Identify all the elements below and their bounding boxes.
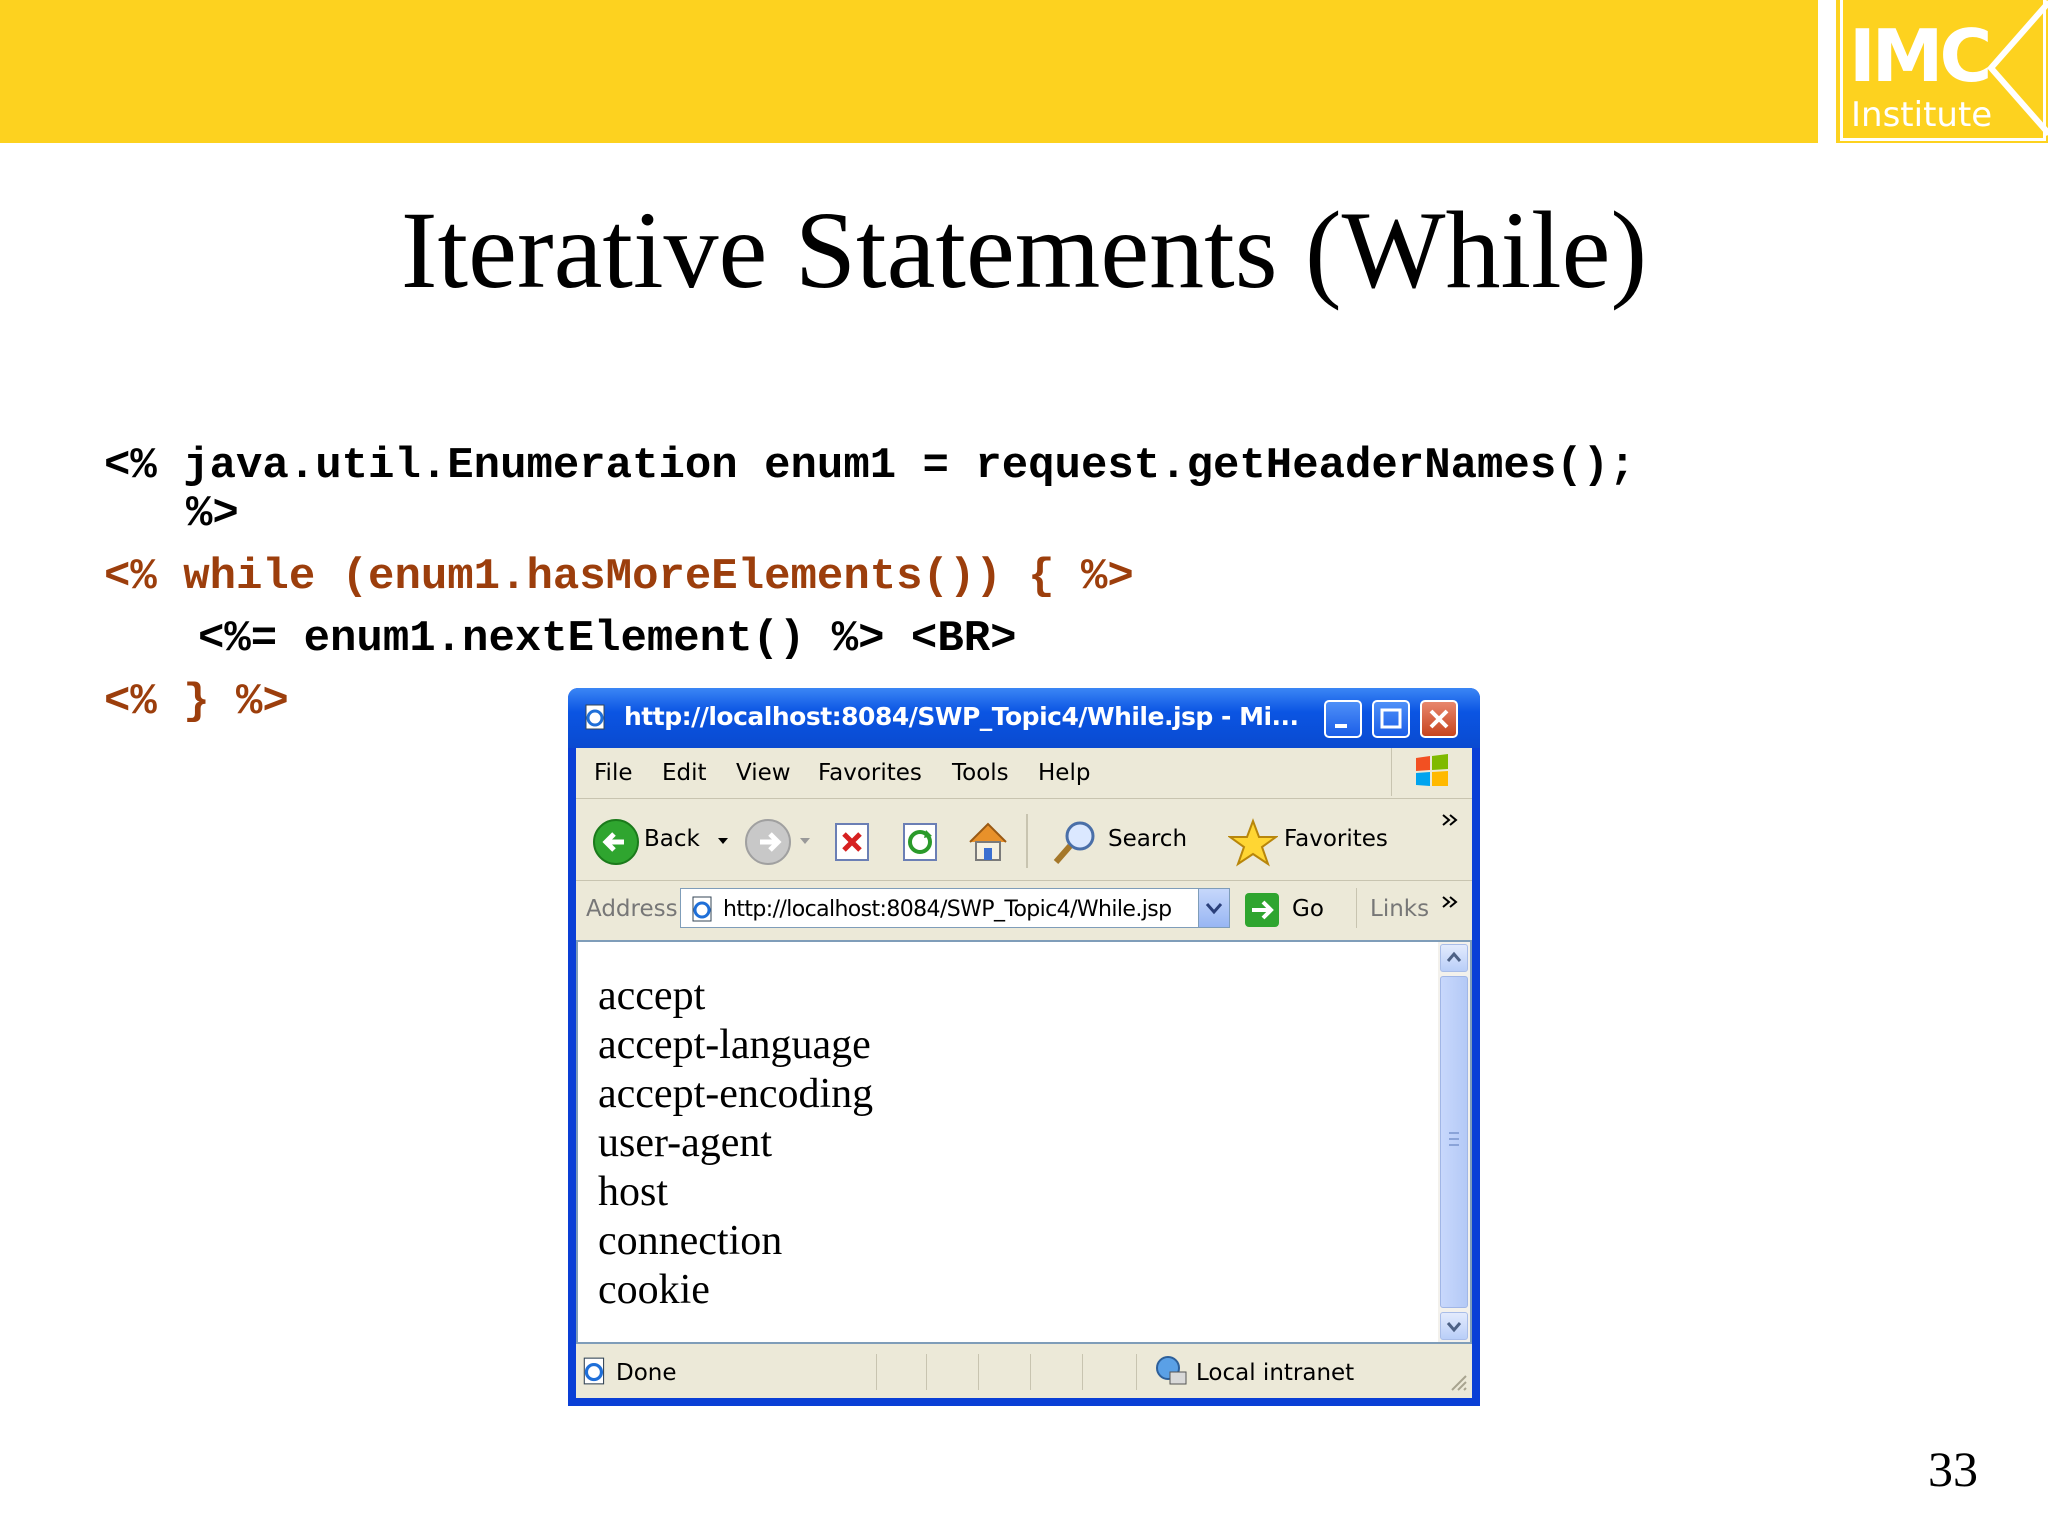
menu-bar: File Edit View Favorites Tools Help [576, 748, 1472, 799]
browser-titlebar: http://localhost:8084/SWP_Topic4/While.j… [568, 688, 1480, 748]
links-label[interactable]: Links [1370, 896, 1429, 922]
status-separator [1082, 1354, 1083, 1390]
menu-tools[interactable]: Tools [952, 760, 1009, 786]
status-text: Done [616, 1360, 677, 1386]
code-line-4: <% } %> [104, 677, 289, 727]
chevron-up-icon [1446, 951, 1462, 962]
address-dropdown[interactable] [1198, 889, 1229, 927]
back-label[interactable]: Back [644, 826, 700, 852]
status-separator [876, 1354, 877, 1390]
minimize-button[interactable] [1324, 700, 1362, 738]
forward-dropdown-icon [800, 838, 810, 844]
header-name-list: accept accept-language accept-encoding u… [598, 972, 873, 1315]
favorites-label[interactable]: Favorites [1284, 826, 1388, 852]
status-separator [1136, 1354, 1137, 1390]
scroll-down-button[interactable] [1440, 1312, 1468, 1340]
links-overflow-icon[interactable] [1440, 894, 1460, 910]
forward-arrow-icon [745, 819, 791, 865]
list-item: connection [598, 1218, 783, 1264]
search-icon [1053, 821, 1095, 864]
menu-file[interactable]: File [594, 760, 633, 786]
refresh-icon [903, 823, 937, 861]
windows-logo [1391, 748, 1472, 796]
windows-flag-icon [1416, 754, 1448, 786]
browser-window: http://localhost:8084/SWP_Topic4/While.j… [568, 688, 1480, 1406]
status-separator [978, 1354, 979, 1390]
back-dropdown-icon[interactable] [716, 836, 730, 846]
list-item: accept-language [598, 1022, 871, 1068]
page-title: Iterative Statements (While) [400, 189, 1648, 311]
favorites-button[interactable] [1226, 818, 1280, 868]
vertical-scrollbar[interactable] [1438, 942, 1470, 1342]
home-button[interactable] [964, 818, 1012, 866]
status-separator [926, 1354, 927, 1390]
scroll-up-button[interactable] [1440, 944, 1468, 972]
refresh-button[interactable] [898, 820, 942, 864]
go-label[interactable]: Go [1292, 896, 1324, 922]
back-arrow-icon [593, 819, 639, 865]
grip-icon [1449, 1132, 1459, 1146]
page-number: 33 [1928, 1441, 1978, 1497]
chevron-down-icon [1205, 903, 1223, 915]
search-button[interactable] [1050, 818, 1100, 868]
list-item: host [598, 1169, 669, 1215]
menu-help[interactable]: Help [1038, 760, 1090, 786]
menu-view[interactable]: View [736, 760, 791, 786]
list-item: accept [598, 973, 706, 1019]
home-icon [969, 822, 1007, 861]
stop-icon [835, 823, 869, 861]
header-bar [0, 0, 1818, 143]
browser-title: http://localhost:8084/SWP_Topic4/While.j… [624, 702, 1299, 731]
logo-chevron-icon [1987, 0, 2048, 136]
logo-subtext: Institute [1851, 95, 1993, 135]
list-item: accept-encoding [598, 1071, 874, 1117]
address-input[interactable]: http://localhost:8084/SWP_Topic4/While.j… [680, 888, 1230, 928]
imc-logo: IMC Institute [1836, 0, 2048, 143]
address-value: http://localhost:8084/SWP_Topic4/While.j… [723, 897, 1172, 922]
browser-body: File Edit View Favorites Tools Help Back… [576, 748, 1472, 1398]
favorites-star-icon [1226, 818, 1280, 867]
status-bar: Done Local intranet [576, 1348, 1472, 1396]
close-icon [1429, 709, 1449, 729]
local-intranet-icon [1156, 1356, 1187, 1385]
list-item: cookie [598, 1267, 710, 1313]
stop-button[interactable] [830, 820, 874, 864]
search-label[interactable]: Search [1108, 826, 1187, 852]
list-item: user-agent [598, 1120, 773, 1166]
minimize-icon [1335, 724, 1347, 728]
page-content: accept accept-language accept-encoding u… [576, 940, 1472, 1344]
menu-favorites[interactable]: Favorites [818, 760, 922, 786]
page-icon [692, 896, 712, 922]
go-arrow-icon [1245, 893, 1279, 927]
status-separator [1030, 1354, 1031, 1390]
code-line-2: <% while (enum1.hasMoreElements()) { %> [104, 552, 1134, 602]
code-line-1: <% java.util.Enumeration enum1 = request… [104, 441, 1636, 491]
address-separator [1356, 888, 1357, 928]
logo-text: IMC [1849, 14, 1992, 98]
maximize-button[interactable] [1372, 700, 1410, 738]
address-label: Address [586, 896, 678, 922]
tool-bar: Back Search Favorites [576, 800, 1472, 881]
maximize-icon [1380, 708, 1402, 729]
close-button[interactable] [1420, 700, 1458, 738]
back-button[interactable] [592, 818, 640, 866]
menu-edit[interactable]: Edit [662, 760, 707, 786]
ie-page-icon [585, 704, 605, 730]
address-bar: Address http://localhost:8084/SWP_Topic4… [576, 882, 1472, 936]
forward-button[interactable] [744, 818, 792, 866]
scroll-thumb[interactable] [1440, 976, 1468, 1308]
code-line-3: <%= enum1.nextElement() %> <BR> [198, 614, 1017, 664]
toolbar-separator [1026, 814, 1028, 868]
zone-text: Local intranet [1196, 1360, 1355, 1386]
page-done-icon [583, 1357, 605, 1385]
chevron-down-icon [1446, 1322, 1462, 1333]
resize-grip-icon[interactable] [1446, 1370, 1468, 1392]
toolbar-overflow-icon[interactable] [1440, 812, 1460, 828]
go-button[interactable] [1244, 892, 1280, 928]
code-line-1b: %> [186, 489, 239, 539]
